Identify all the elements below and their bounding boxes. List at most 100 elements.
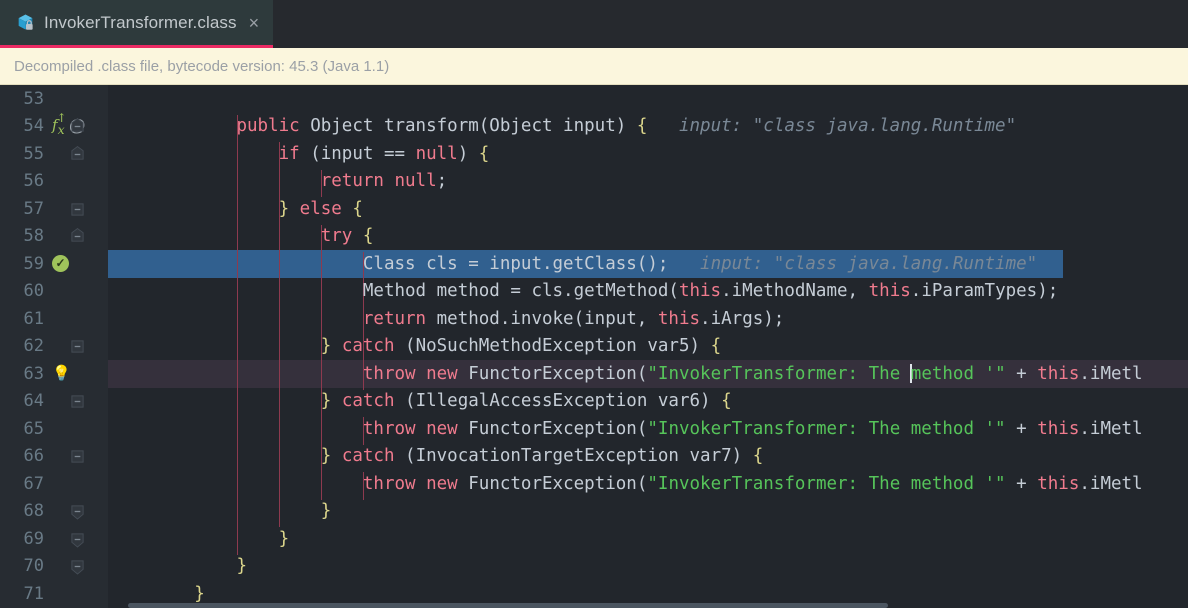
code-token: this	[1037, 363, 1080, 384]
close-icon[interactable]: ×	[249, 14, 260, 32]
gutter-icons[interactable]	[46, 580, 106, 608]
tab-invokertransformer-class[interactable]: InvokerTransformer.class ×	[0, 0, 274, 48]
code-line-content[interactable]: Class cls = input.getClass(); input: "cl…	[108, 250, 1188, 278]
code-line[interactable]: 69 }	[0, 525, 1188, 553]
gutter-icons[interactable]	[46, 278, 106, 306]
fold-toggle-icon[interactable]	[70, 200, 85, 218]
code-line-content[interactable]: } catch (NoSuchMethodException var5) {	[108, 333, 1188, 361]
fold-toggle-icon[interactable]	[70, 117, 85, 135]
code-line-content[interactable]: }	[108, 498, 1188, 526]
fold-toggle-icon[interactable]	[70, 502, 85, 520]
code-line-content[interactable]: throw new FunctorException("InvokerTrans…	[108, 360, 1188, 388]
editor-gutter[interactable]: 65	[0, 415, 108, 443]
gutter-icons[interactable]: ✓	[46, 250, 106, 278]
code-line-content[interactable]: } else {	[108, 195, 1188, 223]
code-line-content[interactable]: try {	[108, 223, 1188, 251]
fold-toggle-icon[interactable]	[70, 392, 85, 410]
scrollbar-thumb[interactable]	[128, 603, 888, 608]
gutter-icons[interactable]	[46, 498, 106, 526]
editor-gutter[interactable]: 63 💡	[0, 360, 108, 388]
gutter-icons[interactable]	[46, 553, 106, 581]
code-line-content[interactable]: return null;	[108, 168, 1188, 196]
fold-toggle-icon[interactable]	[70, 557, 85, 575]
gutter-icons[interactable]	[46, 195, 106, 223]
code-line-content[interactable]	[108, 85, 1188, 113]
editor-gutter[interactable]: 59 ✓	[0, 250, 108, 278]
code-line[interactable]: 60 Method method = cls.getMethod(this .iM…	[0, 277, 1188, 306]
code-line[interactable]: 59 ✓ Class cls = input.getClass(); input:…	[0, 250, 1188, 278]
code-token: .iMetl	[1079, 418, 1143, 439]
gutter-icons[interactable]: fx↑@	[46, 111, 106, 141]
editor-gutter[interactable]: 71	[0, 580, 108, 608]
code-line[interactable]: 55 if (input == null) {	[0, 140, 1188, 168]
gutter-icons[interactable]	[46, 415, 106, 443]
editor-gutter[interactable]: 61	[0, 305, 108, 333]
editor-gutter[interactable]: 67	[0, 470, 108, 498]
editor-gutter[interactable]: 68	[0, 497, 108, 526]
code-line-content[interactable]: public Object transform(Object input) { …	[108, 113, 1188, 141]
fold-toggle-icon[interactable]	[70, 145, 85, 163]
gutter-icons[interactable]	[46, 443, 106, 471]
code-line-content[interactable]: }	[108, 525, 1188, 553]
fold-toggle-icon[interactable]	[70, 447, 85, 465]
code-lines[interactable]: 5354fx↑@ public Object transform(Object …	[0, 85, 1188, 608]
code-line-content[interactable]: throw new FunctorException("InvokerTrans…	[108, 415, 1188, 443]
code-line-content[interactable]: } catch (IllegalAccessException var6) {	[108, 388, 1188, 416]
gutter-icons[interactable]	[46, 85, 106, 113]
code-line[interactable]: 66 } catch (InvocationTargetException va…	[0, 442, 1188, 471]
code-line[interactable]: 53	[0, 85, 1188, 113]
editor-gutter[interactable]: 53	[0, 85, 108, 113]
gutter-icons[interactable]: 💡	[46, 360, 106, 388]
code-line[interactable]: 61 return method.invoke(input, this .iArg…	[0, 305, 1188, 333]
code-line[interactable]: 64 } catch (IllegalAccessException var6)…	[0, 387, 1188, 416]
code-line[interactable]: 65 throw new FunctorException("InvokerTr…	[0, 415, 1188, 443]
editor-gutter[interactable]: 60	[0, 277, 108, 306]
lightbulb-icon[interactable]: 💡	[52, 366, 71, 381]
fold-toggle-icon[interactable]	[70, 227, 85, 245]
gutter-icons[interactable]	[46, 168, 106, 196]
code-token: {	[752, 446, 764, 467]
code-line[interactable]: 58 try {	[0, 222, 1188, 251]
code-line[interactable]: 54fx↑@ public Object transform(Object in…	[0, 111, 1188, 141]
code-line-content[interactable]: if (input == null) {	[108, 140, 1188, 168]
line-number: 63	[23, 363, 44, 384]
line-number: 64	[23, 391, 44, 412]
editor-gutter[interactable]: 55	[0, 140, 108, 168]
editor-gutter[interactable]: 66	[0, 442, 108, 471]
editor-gutter[interactable]: 57	[0, 195, 108, 223]
code-line[interactable]: 70 }	[0, 552, 1188, 581]
code-line[interactable]: 62 } catch (NoSuchMethodException var5) …	[0, 332, 1188, 361]
editor-gutter[interactable]: 70	[0, 552, 108, 581]
code-line-content[interactable]: }	[108, 553, 1188, 581]
gutter-icons[interactable]	[46, 140, 106, 168]
method-override-icon[interactable]: fx ↑	[52, 111, 67, 137]
code-line[interactable]: 56 return null;	[0, 167, 1188, 196]
gutter-icons[interactable]	[46, 470, 106, 498]
code-line[interactable]: 63 💡 throw new FunctorException("InvokerT…	[0, 360, 1188, 388]
editor-gutter[interactable]: 64	[0, 387, 108, 416]
editor-gutter[interactable]: 69	[0, 525, 108, 553]
gutter-icons[interactable]	[46, 223, 106, 251]
code-token: this	[1037, 473, 1080, 494]
code-line[interactable]: 57 } else {	[0, 195, 1188, 223]
code-line-content[interactable]: } catch (InvocationTargetException var7)…	[108, 443, 1188, 471]
editor-gutter[interactable]: 62	[0, 332, 108, 361]
code-line-content[interactable]: Method method = cls.getMethod(this .iMeth…	[108, 278, 1188, 306]
gutter-icons[interactable]	[46, 525, 106, 553]
code-line[interactable]: 68 }	[0, 497, 1188, 526]
gutter-icons[interactable]	[46, 305, 106, 333]
horizontal-scrollbar[interactable]	[108, 603, 1188, 608]
fold-toggle-icon[interactable]	[70, 530, 85, 548]
code-line-content[interactable]: throw new FunctorException("InvokerTrans…	[108, 470, 1188, 498]
check-icon[interactable]: ✓	[52, 255, 69, 273]
fold-toggle-icon[interactable]	[70, 337, 85, 355]
editor-gutter[interactable]: 54fx↑@	[0, 111, 108, 141]
code-line-content[interactable]: return method.invoke(input, this .iArgs);	[108, 305, 1188, 333]
code-editor[interactable]: 5354fx↑@ public Object transform(Object …	[0, 85, 1188, 608]
editor-gutter[interactable]: 56	[0, 167, 108, 196]
editor-gutter[interactable]: 58	[0, 222, 108, 251]
code-line[interactable]: 67 throw new FunctorException("InvokerTr…	[0, 470, 1188, 498]
gutter-icons[interactable]	[46, 333, 106, 361]
gutter-icons[interactable]	[46, 388, 106, 416]
